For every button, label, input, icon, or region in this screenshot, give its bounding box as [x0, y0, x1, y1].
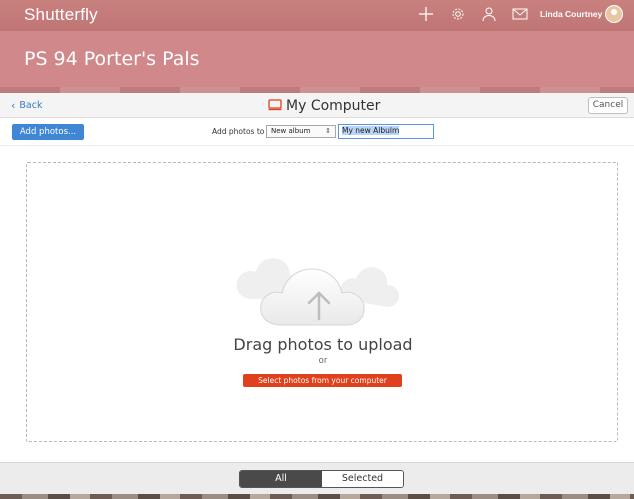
- brand-logo[interactable]: Shutterfly: [24, 5, 98, 25]
- top-icons: [418, 6, 528, 22]
- top-bar: Shutterfly Linda Courtney: [0, 0, 634, 31]
- person-icon[interactable]: [482, 6, 496, 22]
- source-title-text: My Computer: [286, 97, 381, 114]
- chevron-left-icon: ‹: [11, 99, 16, 112]
- drop-zone[interactable]: Drag photos to upload or Select photos f…: [26, 162, 618, 442]
- filter-selected-tab[interactable]: Selected: [322, 471, 403, 487]
- upload-toolbar: Add photos... Add photos to New album ⇕ …: [0, 118, 634, 146]
- avatar[interactable]: [605, 5, 623, 23]
- select-arrows-icon: ⇕: [325, 127, 331, 135]
- album-select-value: New album: [271, 127, 311, 135]
- upload-nav-bar: ‹ Back My Computer Cancel: [0, 93, 634, 118]
- plus-icon[interactable]: [418, 6, 434, 22]
- cancel-button[interactable]: Cancel: [588, 97, 628, 114]
- or-label: or: [318, 356, 328, 366]
- computer-icon: [268, 96, 282, 115]
- back-label: Back: [19, 100, 43, 111]
- add-photos-button[interactable]: Add photos...: [12, 124, 84, 140]
- drag-instruction: Drag photos to upload: [233, 335, 413, 354]
- source-title: My Computer: [268, 96, 380, 115]
- filter-all-tab[interactable]: All: [240, 471, 322, 487]
- album-name-input[interactable]: My new Albulm: [338, 124, 434, 139]
- album-select[interactable]: New album ⇕: [266, 125, 336, 138]
- user-name[interactable]: Linda Courtney: [540, 9, 602, 19]
- mail-icon[interactable]: [512, 7, 528, 21]
- back-button[interactable]: ‹ Back: [11, 99, 42, 112]
- album-name-value: My new Albulm: [342, 126, 400, 135]
- select-photos-button[interactable]: Select photos from your computer: [243, 374, 402, 387]
- group-header: PS 94 Porter's Pals: [0, 31, 634, 87]
- background-photo-strip: [0, 494, 634, 499]
- group-title: PS 94 Porter's Pals: [24, 48, 200, 70]
- filter-segmented-control: All Selected: [239, 470, 404, 488]
- gear-icon[interactable]: [450, 6, 466, 22]
- add-to-label: Add photos to: [212, 127, 265, 136]
- cloud-upload-icon: [233, 237, 413, 336]
- filter-bar: All Selected: [0, 462, 634, 494]
